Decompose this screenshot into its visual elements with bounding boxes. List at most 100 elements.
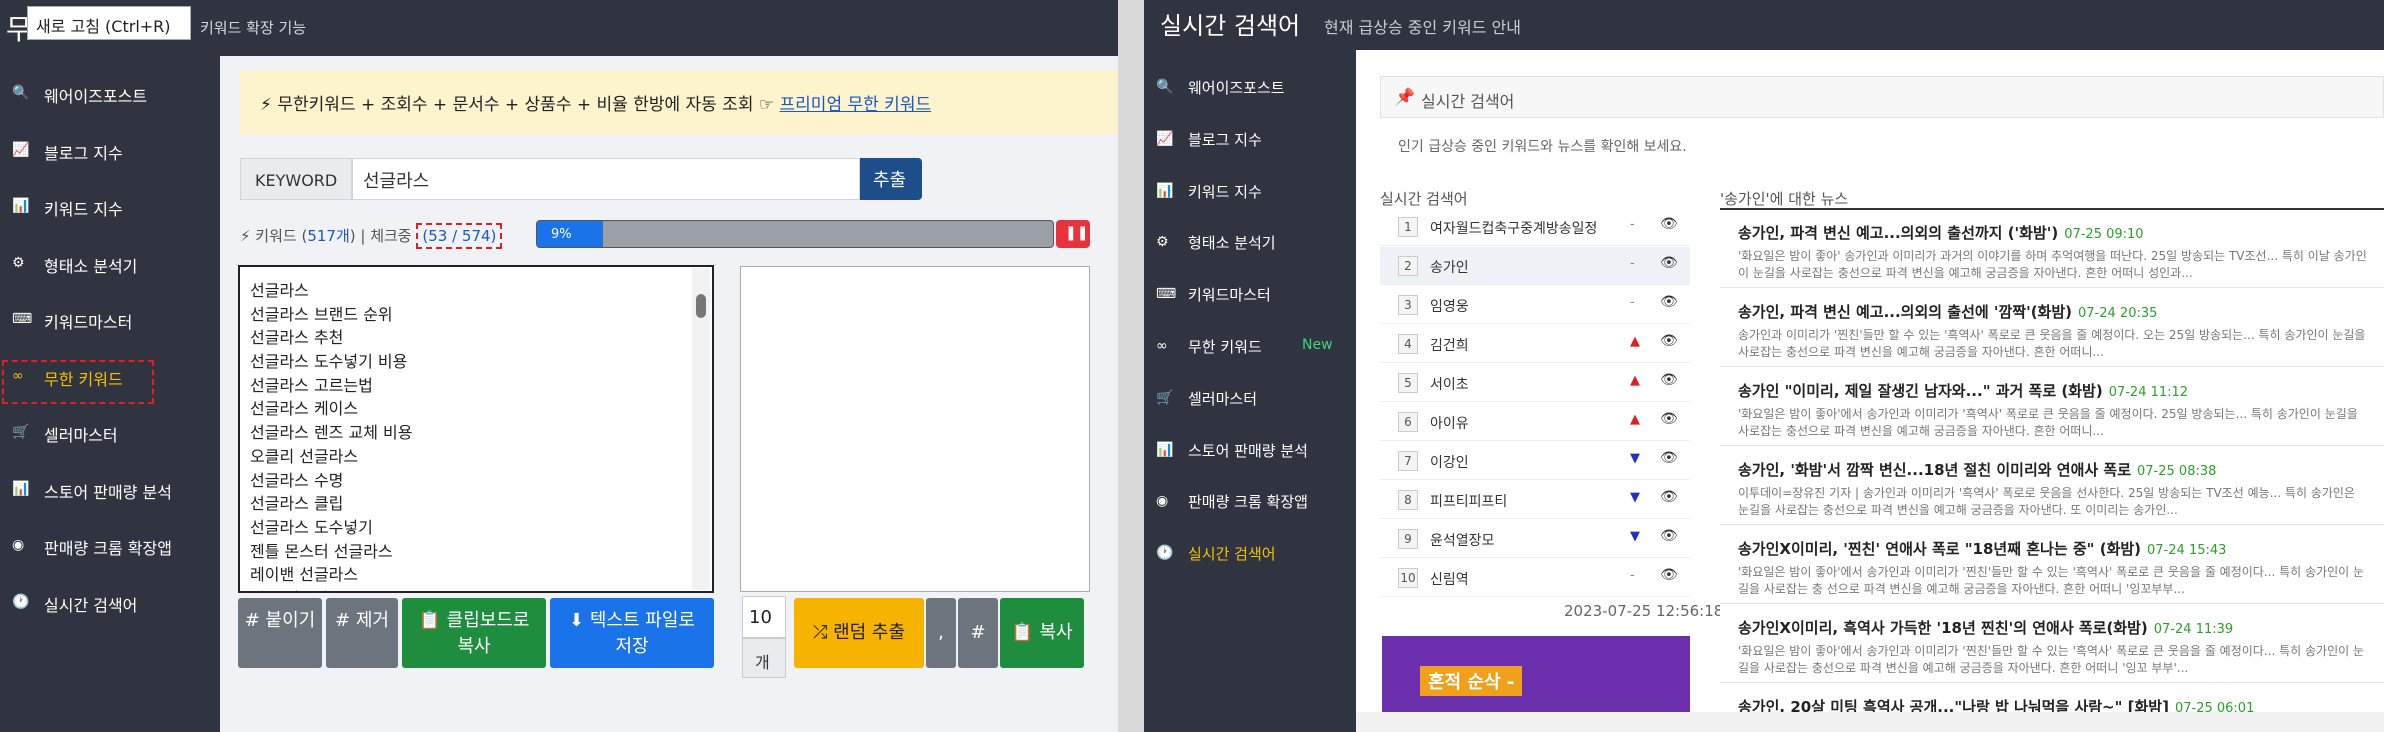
sidebar-item-2[interactable]: 📊 키워드 지수 bbox=[0, 179, 220, 235]
realtime-panel-header: 📌 실시간 검색어 bbox=[1380, 76, 2384, 118]
realtime-row[interactable]: 3 임영웅 - 👁 bbox=[1380, 286, 1690, 324]
list-item[interactable]: 선글라스 도수넣기 비용 bbox=[250, 348, 712, 372]
sidebar-item-7[interactable]: 📊 스토어 판매량 분석 bbox=[0, 462, 220, 518]
listbox-scroll-thumb[interactable] bbox=[696, 294, 706, 318]
random-extract-label: 랜덤 추출 bbox=[833, 622, 906, 643]
sidebar-item-9[interactable]: 🕐 실시간 검색어 bbox=[0, 575, 220, 631]
eye-icon[interactable]: 👁 bbox=[1660, 372, 1678, 388]
news-item[interactable]: 송가인, 파격 변신 예고...의외의 출선에 '깜짝'(화밤) 07-24 20… bbox=[1720, 289, 2384, 367]
eye-icon[interactable]: 👁 bbox=[1660, 450, 1678, 466]
right-sidebar-item-2[interactable]: 📊 키워드 지수 bbox=[1144, 164, 1356, 220]
search-icon: 🔍 bbox=[1156, 79, 1174, 95]
trend-indicator: ▼ bbox=[1630, 529, 1640, 544]
realtime-list: 1 여자월드컵축구중계방송일정 - 👁 2 송가인 - 👁 3 임영웅 - 👁 4 김건희 ▲ 👁 5 서이초 ▲ 👁… bbox=[1380, 208, 1690, 598]
list-item[interactable]: 명품 선글라스 bbox=[250, 585, 712, 591]
premium-link[interactable]: 프리미엄 무한 키워드 bbox=[780, 95, 932, 115]
right-sidebar-item-0[interactable]: 🔍 웨어이즈포스트 bbox=[1144, 60, 1356, 116]
pause-button[interactable]: ❚❚ bbox=[1056, 220, 1090, 248]
hash-button[interactable]: # bbox=[958, 598, 998, 668]
realtime-row[interactable]: 9 윤석열장모 ▼ 👁 bbox=[1380, 520, 1690, 558]
save-text-file-button[interactable]: ⬇ 텍스트 파일로 저장 bbox=[550, 598, 714, 668]
eye-icon[interactable]: 👁 bbox=[1660, 255, 1678, 271]
output-textarea[interactable] bbox=[740, 266, 1090, 592]
list-item[interactable]: 선글라스 클립 bbox=[250, 490, 712, 514]
sidebar-item-1[interactable]: 📈 블로그 지수 bbox=[0, 123, 220, 179]
sidebar-item-8[interactable]: ◉ 판매량 크롬 확장앱 bbox=[0, 518, 220, 574]
sidebar-item-3[interactable]: ⚙ 형태소 분석기 bbox=[0, 236, 220, 292]
sidebar-item-label: 스토어 판매량 분석 bbox=[44, 482, 172, 502]
shuffle-icon: ⤮ bbox=[812, 622, 834, 643]
random-count-input[interactable]: 10 bbox=[742, 596, 786, 638]
realtime-keyword: 임영웅 bbox=[1430, 299, 1469, 315]
eye-icon[interactable]: 👁 bbox=[1660, 294, 1678, 310]
news-headline[interactable]: 송가인X이미리, '찐친' 연애사 폭로 "18년째 혼나는 중" (화밤) 07… bbox=[1738, 538, 2226, 559]
news-item[interactable]: 송가인, 파격 변신 예고...의외의 출선까지 ('화밤') 07-25 09:… bbox=[1720, 210, 2384, 288]
realtime-row[interactable]: 7 이강인 ▼ 👁 bbox=[1380, 442, 1690, 480]
rank-badge: 4 bbox=[1398, 334, 1418, 354]
eye-icon[interactable]: 👁 bbox=[1660, 489, 1678, 505]
news-headline[interactable]: 송가인, 파격 변신 예고...의외의 출선에 '깜짝'(화밤) 07-24 20… bbox=[1738, 301, 2157, 322]
realtime-row[interactable]: 6 아이유 ▲ 👁 bbox=[1380, 403, 1690, 441]
news-item[interactable]: 송가인, '화밤'서 깜짝 변신...18년 절친 이미리와 연애사 폭로 07-… bbox=[1720, 447, 2384, 525]
list-item[interactable]: 선글라스 케이스 bbox=[250, 395, 712, 419]
paste-hash-button[interactable]: # 붙이기 bbox=[238, 598, 322, 668]
horizontal-scrollbar[interactable] bbox=[1356, 712, 2384, 732]
sidebar-item-label: 웨어이즈포스트 bbox=[1188, 79, 1285, 97]
list-item[interactable]: 레이밴 선글라스 bbox=[250, 561, 712, 585]
comma-button[interactable]: , bbox=[926, 598, 956, 668]
sidebar-item-4[interactable]: ⌨ 키워드마스터 bbox=[0, 292, 220, 348]
realtime-row[interactable]: 1 여자월드컵축구중계방송일정 - 👁 bbox=[1380, 208, 1690, 246]
eye-icon[interactable]: 👁 bbox=[1660, 528, 1678, 544]
sidebar-item-label: 실시간 검색어 bbox=[44, 595, 138, 615]
list-item[interactable]: 선글라스 렌즈 교체 비용 bbox=[250, 419, 712, 443]
news-item[interactable]: 송가인 "이미리, 제일 잘생긴 남자와..." 과거 폭로 (화밤) 07-24… bbox=[1720, 368, 2384, 446]
list-item[interactable]: 선글라스 고르는법 bbox=[250, 372, 712, 396]
list-item[interactable]: 선글라스 수명 bbox=[250, 467, 712, 491]
copy-button[interactable]: 📋 복사 bbox=[1000, 598, 1084, 668]
list-item[interactable]: 선글라스 추천 bbox=[250, 324, 712, 348]
list-item[interactable]: 젠틀 몬스터 선글라스 bbox=[250, 538, 712, 562]
realtime-row[interactable]: 10 신림역 - 👁 bbox=[1380, 559, 1690, 597]
right-sidebar-item-5[interactable]: ∞ 무한 키워드 New bbox=[1144, 319, 1356, 375]
extract-button[interactable]: 추출 bbox=[860, 158, 922, 200]
right-sidebar-item-8[interactable]: ◉ 판매량 크롬 확장앱 bbox=[1144, 474, 1356, 530]
keyword-listbox[interactable]: 선글라스 선글라스 브랜드 순위 선글라스 추천 선글라스 도수넣기 비용 선글라스 고… bbox=[238, 265, 714, 593]
copy-clipboard-button[interactable]: 📋 클립보드로 복사 bbox=[402, 598, 546, 668]
active-sidebar-highlight bbox=[2, 360, 154, 404]
realtime-row[interactable]: 8 피프티피프티 ▼ 👁 bbox=[1380, 481, 1690, 519]
news-headline[interactable]: 송가인, 파격 변신 예고...의외의 출선까지 ('화밤') 07-25 09:… bbox=[1738, 222, 2144, 243]
bar-chart-icon: 📊 bbox=[1156, 441, 1174, 458]
sidebar-item-6[interactable]: 🛒 셀러마스터 bbox=[0, 405, 220, 461]
news-item[interactable]: 송가인X이미리, '찐친' 연애사 폭로 "18년째 혼나는 중" (화밤) 07… bbox=[1720, 526, 2384, 604]
list-item[interactable]: 선글라스 bbox=[250, 277, 712, 301]
right-sidebar-item-1[interactable]: 📈 블로그 지수 bbox=[1144, 112, 1356, 168]
eye-icon[interactable]: 👁 bbox=[1660, 567, 1678, 583]
news-headline[interactable]: 송가인X이미리, 흑역사 가득한 '18년 찐친'의 연애사 폭로(화밤) 07-… bbox=[1738, 617, 2233, 638]
sidebar-item-0[interactable]: 🔍 웨어이즈포스트 bbox=[0, 66, 220, 122]
new-badge: New bbox=[1302, 337, 1333, 353]
eye-icon[interactable]: 👁 bbox=[1660, 411, 1678, 427]
list-item[interactable]: 오클리 선글라스 bbox=[250, 443, 712, 467]
right-sidebar-item-7[interactable]: 📊 스토어 판매량 분석 bbox=[1144, 423, 1356, 479]
news-headline[interactable]: 송가인, '화밤'서 깜짝 변신...18년 절친 이미리와 연애사 폭로 07-… bbox=[1738, 459, 2216, 480]
right-sidebar-item-4[interactable]: ⌨ 키워드마스터 bbox=[1144, 267, 1356, 323]
right-sidebar-item-3[interactable]: ⚙ 형태소 분석기 bbox=[1144, 215, 1356, 271]
news-headline[interactable]: 송가인 "이미리, 제일 잘생긴 남자와..." 과거 폭로 (화밤) 07-24… bbox=[1738, 380, 2188, 401]
eye-icon[interactable]: 👁 bbox=[1660, 216, 1678, 232]
realtime-row[interactable]: 4 김건희 ▲ 👁 bbox=[1380, 325, 1690, 363]
right-sidebar-item-9[interactable]: 🕐 실시간 검색어 bbox=[1144, 526, 1356, 582]
random-extract-button[interactable]: ⤮ 랜덤 추출 bbox=[794, 598, 924, 668]
realtime-keyword: 이강인 bbox=[1430, 455, 1469, 471]
realtime-row[interactable]: 5 서이초 ▲ 👁 bbox=[1380, 364, 1690, 402]
search-icon: 🔍 bbox=[12, 85, 30, 101]
remove-hash-button[interactable]: # 제거 bbox=[326, 598, 398, 668]
trend-indicator: - bbox=[1630, 217, 1635, 232]
list-item[interactable]: 선글라스 브랜드 순위 bbox=[250, 301, 712, 325]
realtime-row[interactable]: 2 송가인 - 👁 bbox=[1380, 247, 1690, 285]
eye-icon[interactable]: 👁 bbox=[1660, 333, 1678, 349]
list-item[interactable]: 선글라스 도수넣기 bbox=[250, 514, 712, 538]
news-body: '화요일은 밤이 좋아' 송가인과 이미리가 과거의 이야기를 하며 추억여행을… bbox=[1738, 249, 2367, 280]
keyword-input[interactable]: 선글라스 bbox=[352, 158, 860, 200]
news-item[interactable]: 송가인X이미리, 흑역사 가득한 '18년 찐친'의 연애사 폭로(화밤) 07-… bbox=[1720, 605, 2384, 683]
right-sidebar-item-6[interactable]: 🛒 셀러마스터 bbox=[1144, 371, 1356, 427]
